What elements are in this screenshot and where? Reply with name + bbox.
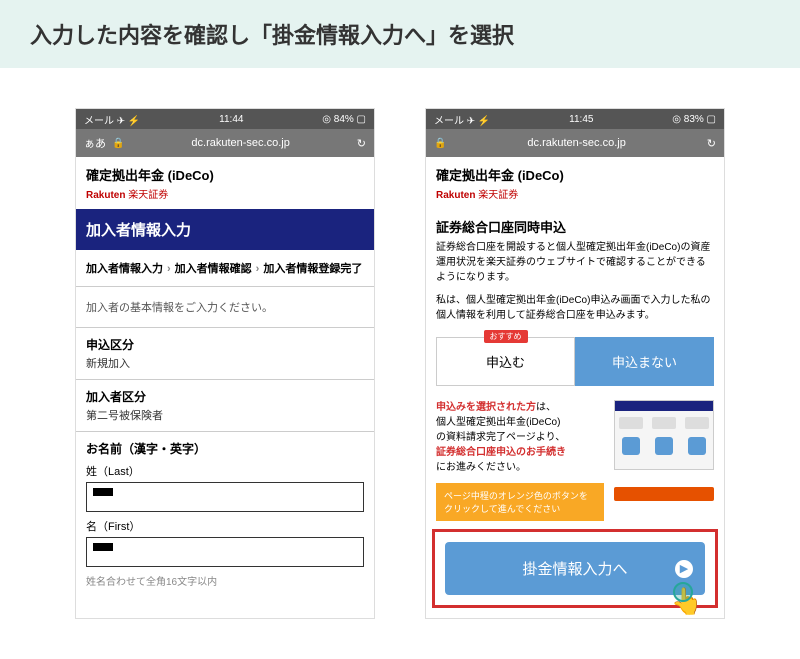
last-name-label: 姓（Last） xyxy=(86,463,364,479)
process-diagram xyxy=(614,400,714,470)
mini-orange-button xyxy=(614,487,714,501)
time-label: 11:44 xyxy=(219,114,243,125)
apply-button[interactable]: おすすめ 申込む xyxy=(436,337,575,386)
recommended-badge: おすすめ xyxy=(484,330,528,343)
carrier-label: メール ✈ ⚡ xyxy=(434,112,490,127)
description-text: 証券総合口座を開設すると個人型確定拠出年金(iDeCo)の資産運用状況を楽天証券… xyxy=(426,240,724,293)
battery-label: ◎ 83% ▢ xyxy=(672,114,716,125)
choice-row: おすすめ 申込む 申込まない xyxy=(426,331,724,392)
page-header: 確定拠出年金 (iDeCo) Rakuten 楽天証券 xyxy=(76,157,374,209)
chevron-right-icon: › xyxy=(256,263,260,275)
phone-right: メール ✈ ⚡ 11:45 ◎ 83% ▢ 🔒 dc.rakuten-sec.c… xyxy=(425,108,725,619)
phone-left: メール ✈ ⚡ 11:44 ◎ 84% ▢ ぁあ 🔒 dc.rakuten-se… xyxy=(75,108,375,619)
name-section: お名前（漢字・英字） 姓（Last） 名（First） 姓名合わせて全角16文字… xyxy=(76,431,374,596)
redacted-text xyxy=(93,543,113,551)
orange-tip: ページ中程のオレンジ色のボタンをクリックして進んでください xyxy=(436,483,604,521)
contribution-info-button[interactable]: 掛金情報入力へ ▶ xyxy=(445,542,705,595)
refresh-icon[interactable]: ↻ xyxy=(357,137,366,150)
field-label: お名前（漢字・英字） xyxy=(86,440,364,457)
field-application-type: 申込区分 新規加入 xyxy=(76,327,374,379)
lock-icon: 🔒 xyxy=(112,138,124,149)
refresh-icon[interactable]: ↻ xyxy=(707,137,716,150)
section-header: 加入者情報入力 xyxy=(76,209,374,250)
first-name-input[interactable] xyxy=(86,537,364,567)
field-value: 新規加入 xyxy=(86,355,364,371)
skip-button[interactable]: 申込まない xyxy=(575,337,714,386)
last-name-input[interactable] xyxy=(86,482,364,512)
field-member-type: 加入者区分 第二号被保険者 xyxy=(76,379,374,431)
text-size-control[interactable]: ぁあ xyxy=(84,135,106,151)
url-label: dc.rakuten-sec.co.jp xyxy=(452,137,700,149)
carrier-label: メール ✈ ⚡ xyxy=(84,112,140,127)
page-title: 確定拠出年金 (iDeCo) xyxy=(86,165,364,184)
info-text: 申込みを選択された方は、 個人型確定拠出年金(iDeCo) の資料請求完了ページ… xyxy=(436,400,606,475)
breadcrumb: 加入者情報入力›加入者情報確認›加入者情報登録完了 xyxy=(76,250,374,287)
arrow-right-icon: ▶ xyxy=(675,560,693,578)
brand-logo: Rakuten 楽天証券 xyxy=(436,186,714,201)
instruction-banner: 入力した内容を確認し「掛金情報入力へ」を選択 xyxy=(0,0,800,68)
status-bar: メール ✈ ⚡ 11:44 ◎ 84% ▢ xyxy=(76,109,374,129)
pointer-hand-icon: 👆 xyxy=(671,586,703,617)
status-bar: メール ✈ ⚡ 11:45 ◎ 83% ▢ xyxy=(426,109,724,129)
address-bar: 🔒 dc.rakuten-sec.co.jp ↻ xyxy=(426,129,724,157)
input-hint: 姓名合わせて全角16文字以内 xyxy=(86,573,364,588)
info-row: 申込みを選択された方は、 個人型確定拠出年金(iDeCo) の資料請求完了ページ… xyxy=(426,392,724,483)
battery-label: ◎ 84% ▢ xyxy=(322,114,366,125)
instruction-text: 加入者の基本情報をご入力ください。 xyxy=(76,287,374,327)
url-label: dc.rakuten-sec.co.jp xyxy=(130,137,350,149)
brand-logo: Rakuten 楽天証券 xyxy=(86,186,364,201)
description-text: 私は、個人型確定拠出年金(iDeCo)申込み画面で入力した私の個人情報を利用して… xyxy=(426,293,724,331)
field-value: 第二号被保険者 xyxy=(86,407,364,423)
page-title: 確定拠出年金 (iDeCo) xyxy=(436,165,714,184)
time-label: 11:45 xyxy=(569,114,593,125)
section-title: 証券総合口座同時申込 xyxy=(426,209,724,240)
lock-icon: 🔒 xyxy=(434,138,446,149)
chevron-right-icon: › xyxy=(167,263,171,275)
breadcrumb-step: 加入者情報登録完了 xyxy=(263,263,362,275)
cta-highlight-box: 掛金情報入力へ ▶ 👆 xyxy=(432,529,718,608)
redacted-text xyxy=(93,488,113,496)
field-label: 加入者区分 xyxy=(86,388,364,405)
breadcrumb-step: 加入者情報確認 xyxy=(175,263,252,275)
page-header: 確定拠出年金 (iDeCo) Rakuten 楽天証券 xyxy=(426,157,724,209)
field-label: 申込区分 xyxy=(86,336,364,353)
first-name-label: 名（First） xyxy=(86,518,364,534)
address-bar: ぁあ 🔒 dc.rakuten-sec.co.jp ↻ xyxy=(76,129,374,157)
breadcrumb-step: 加入者情報入力 xyxy=(86,263,163,275)
phones-container: メール ✈ ⚡ 11:44 ◎ 84% ▢ ぁあ 🔒 dc.rakuten-se… xyxy=(0,68,800,659)
